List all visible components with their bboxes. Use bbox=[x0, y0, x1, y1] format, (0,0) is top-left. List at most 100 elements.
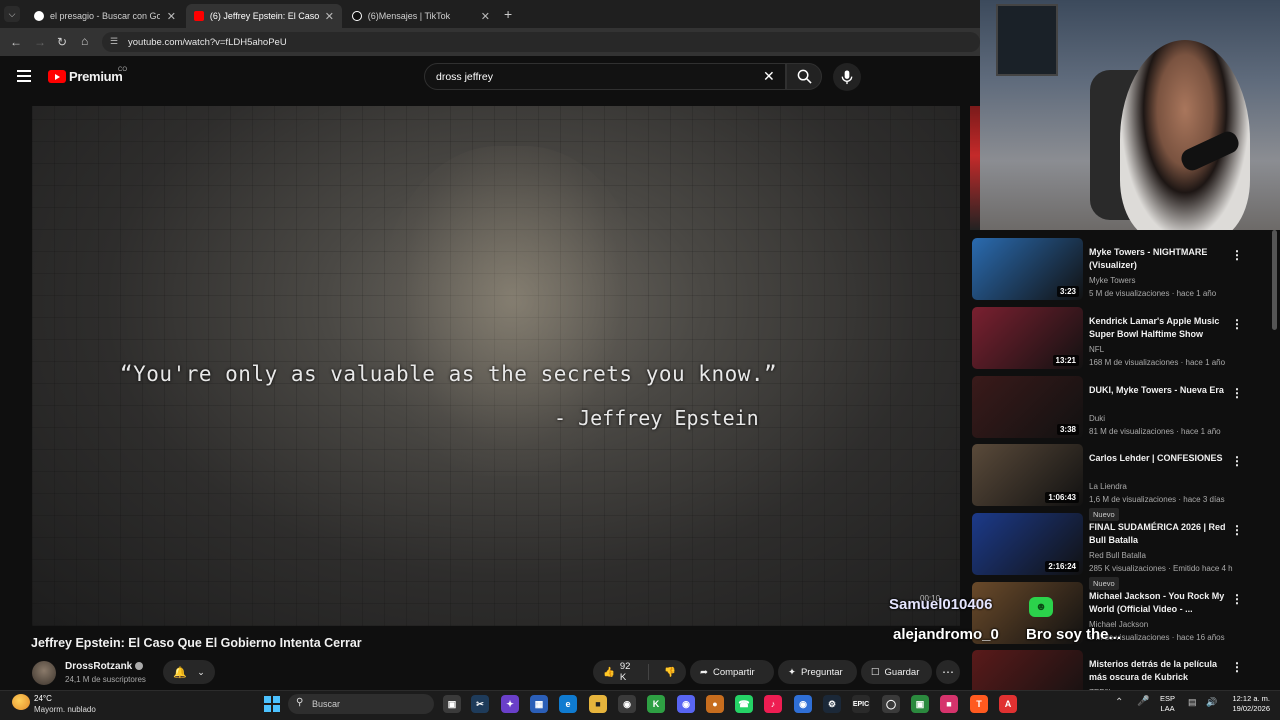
recommendation-meta: 81 M de visualizaciones · hace 1 año bbox=[1089, 427, 1221, 436]
ask-button[interactable]: ✦ Preguntar bbox=[778, 660, 857, 684]
recommendation-title[interactable]: Misterios detrás de la película más oscu… bbox=[1089, 658, 1227, 684]
video-thumbnail[interactable] bbox=[972, 650, 1083, 690]
tab-youtube-video[interactable]: (6) Jeffrey Epstein: El Caso Que ✕ bbox=[186, 4, 342, 28]
kebab-menu-icon[interactable]: ⋮ bbox=[1231, 386, 1243, 400]
kebab-menu-icon[interactable]: ⋮ bbox=[1231, 660, 1243, 674]
recommendation-title[interactable]: Michael Jackson - You Rock My World (Off… bbox=[1089, 590, 1227, 616]
close-tab-icon[interactable]: ✕ bbox=[481, 10, 490, 23]
dislike-button[interactable]: 👎 bbox=[654, 667, 686, 678]
recommendation-channel[interactable]: La Liendra bbox=[1089, 482, 1127, 491]
file-explorer-icon[interactable]: ■ bbox=[589, 695, 607, 713]
voice-search-button[interactable] bbox=[833, 63, 861, 91]
youtube-logo[interactable]: Premium bbox=[48, 69, 123, 84]
share-button[interactable]: ➦ Compartir bbox=[690, 660, 774, 684]
search-button[interactable] bbox=[786, 63, 822, 90]
weather-icon[interactable] bbox=[12, 694, 30, 710]
recommendation-title[interactable]: DUKI, Myke Towers - Nueva Era bbox=[1089, 384, 1227, 397]
app-red-icon[interactable]: ■ bbox=[940, 695, 958, 713]
taskbar-search-input[interactable]: Buscar bbox=[288, 694, 434, 714]
recommendation-channel[interactable]: NFL bbox=[1089, 345, 1104, 354]
channel-avatar[interactable] bbox=[32, 661, 56, 685]
search-input[interactable]: dross jeffrey bbox=[424, 63, 786, 90]
volume-icon[interactable]: 🔊 bbox=[1206, 697, 1217, 708]
recommendation-item[interactable]: 13:21 Kendrick Lamar's Apple Music Super … bbox=[970, 307, 1270, 373]
chat-username: alejandromo_0 bbox=[893, 626, 999, 643]
bell-icon: 🔔 bbox=[173, 666, 187, 679]
network-icon[interactable]: ▤ bbox=[1188, 697, 1197, 708]
epic-games-icon[interactable]: EPIC bbox=[852, 695, 870, 713]
like-count: 92 K bbox=[619, 661, 631, 683]
tray-microphone-icon[interactable]: 🎤 bbox=[1137, 696, 1149, 707]
kick-icon[interactable]: K bbox=[647, 695, 665, 713]
video-thumbnail[interactable]: 3:23 bbox=[972, 238, 1083, 300]
chrome-icon[interactable]: ◉ bbox=[618, 695, 636, 713]
notification-bell-button[interactable]: 🔔 ⌄ bbox=[163, 660, 215, 684]
tray-language[interactable]: ESP LAA bbox=[1160, 694, 1175, 714]
app-icon[interactable]: ● bbox=[706, 695, 724, 713]
obs-icon[interactable]: ◯ bbox=[882, 695, 900, 713]
more-icon: ⋯ bbox=[942, 665, 954, 679]
video-thumbnail[interactable]: 2:16:24 bbox=[972, 513, 1083, 575]
video-thumbnail[interactable]: 1:06:43 bbox=[972, 444, 1083, 506]
clear-search-icon[interactable]: ✕ bbox=[763, 68, 775, 85]
recommendation-item[interactable]: 3:38 DUKI, Myke Towers - Nueva Era Duki 81 … bbox=[970, 376, 1270, 442]
more-actions-button[interactable]: ⋯ bbox=[936, 660, 960, 684]
app-orange-icon[interactable]: T bbox=[970, 695, 988, 713]
recommendation-channel[interactable]: Duki bbox=[1089, 414, 1105, 423]
app-adobe-icon[interactable]: A bbox=[999, 695, 1017, 713]
kebab-menu-icon[interactable]: ⋮ bbox=[1231, 248, 1243, 262]
tab-google-search[interactable]: el presagio - Buscar con Google ✕ bbox=[26, 4, 184, 28]
forward-icon[interactable]: → bbox=[34, 35, 46, 49]
chat-username: Samuel010406 bbox=[889, 596, 993, 613]
sidebar-scrollbar[interactable] bbox=[1272, 230, 1277, 330]
edge-icon[interactable]: e bbox=[559, 695, 577, 713]
task-view-icon[interactable]: ▣ bbox=[443, 695, 461, 713]
save-button[interactable]: ☐ Guardar bbox=[861, 660, 932, 684]
steam-icon[interactable]: ⚙ bbox=[823, 695, 841, 713]
back-icon[interactable]: ← bbox=[10, 35, 22, 49]
recommendation-title[interactable]: Myke Towers - NIGHTMARE (Visualizer) bbox=[1089, 246, 1227, 272]
recommendation-channel[interactable]: Myke Towers bbox=[1089, 276, 1136, 285]
tiktok-icon[interactable]: ♪ bbox=[764, 695, 782, 713]
recommendation-item[interactable]: Misterios detrás de la película más oscu… bbox=[970, 650, 1270, 690]
recommendation-title[interactable]: Carlos Lehder | CONFESIONES bbox=[1089, 452, 1227, 465]
new-tab-button[interactable]: + bbox=[504, 6, 512, 22]
search-icon: ⚲ bbox=[296, 697, 304, 708]
tab-tiktok[interactable]: (6)Mensajes | TikTok ✕ bbox=[344, 4, 498, 28]
kebab-menu-icon[interactable]: ⋮ bbox=[1231, 454, 1243, 468]
video-thumbnail[interactable]: 13:21 bbox=[972, 307, 1083, 369]
video-thumbnail[interactable]: 3:38 bbox=[972, 376, 1083, 438]
kebab-menu-icon[interactable]: ⋮ bbox=[1231, 523, 1243, 537]
discord-icon[interactable]: ◉ bbox=[677, 695, 695, 713]
close-tab-icon[interactable]: ✕ bbox=[167, 10, 176, 23]
store-icon[interactable]: ▦ bbox=[530, 695, 548, 713]
tray-clock[interactable]: 12:12 a. m. 19/02/2026 bbox=[1226, 694, 1270, 714]
copilot-icon[interactable]: ✦ bbox=[501, 695, 519, 713]
country-code: CO bbox=[118, 67, 127, 73]
recommendation-item[interactable]: 1:06:43 Carlos Lehder | CONFESIONES La Lie… bbox=[970, 444, 1270, 521]
kebab-menu-icon[interactable]: ⋮ bbox=[1231, 592, 1243, 606]
home-icon[interactable]: ⌂ bbox=[81, 34, 88, 48]
channel-name[interactable]: DrossRotzank bbox=[65, 661, 132, 672]
site-info-icon[interactable]: ☰ bbox=[110, 36, 118, 47]
partial-thumbnail[interactable] bbox=[970, 106, 980, 230]
recommendation-item[interactable]: 2:16:24 FINAL SUDAMÉRICA 2026 | Red Bull … bbox=[970, 513, 1270, 590]
windows-start-icon[interactable] bbox=[264, 696, 280, 712]
close-tab-icon[interactable]: ✕ bbox=[325, 10, 334, 23]
recommendation-title[interactable]: Kendrick Lamar's Apple Music Super Bowl … bbox=[1089, 315, 1227, 341]
app-blue-icon[interactable]: ◉ bbox=[794, 695, 812, 713]
recommendation-channel[interactable]: Red Bull Batalla bbox=[1089, 551, 1146, 560]
recommendation-item[interactable]: 3:23 Myke Towers - NIGHTMARE (Visualizer)… bbox=[970, 238, 1270, 304]
kebab-menu-icon[interactable]: ⋮ bbox=[1231, 317, 1243, 331]
recommendation-title[interactable]: FINAL SUDAMÉRICA 2026 | Red Bull Batalla bbox=[1089, 521, 1227, 547]
video-player[interactable]: “You're only as valuable as the secrets … bbox=[32, 106, 960, 626]
tab-search-button[interactable]: ⌵ bbox=[4, 6, 20, 22]
whatsapp-icon[interactable]: ☎ bbox=[735, 695, 753, 713]
tray-chevron-up-icon[interactable]: ⌃ bbox=[1115, 697, 1123, 708]
reload-icon[interactable]: ↻ bbox=[57, 35, 67, 49]
hamburger-menu-icon[interactable] bbox=[17, 70, 31, 82]
url-field[interactable]: youtube.com/watch?v=fLDH5ahoPeU bbox=[102, 32, 980, 52]
like-button[interactable]: 👍 92 K bbox=[593, 661, 650, 683]
snipping-tool-icon[interactable]: ✂ bbox=[471, 695, 489, 713]
app-green-icon[interactable]: ▣ bbox=[911, 695, 929, 713]
